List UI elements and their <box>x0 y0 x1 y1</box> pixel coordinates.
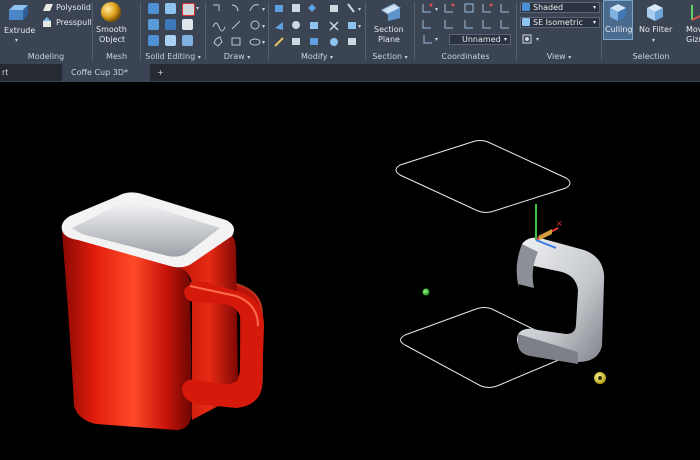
extrude-icon[interactable] <box>6 2 28 22</box>
culling-icon <box>610 4 626 21</box>
modify-title[interactable]: Modify ▾ <box>269 51 365 62</box>
union-icon[interactable] <box>148 3 159 14</box>
smooth-object-icon[interactable] <box>100 1 122 23</box>
ucs-icon[interactable] <box>423 34 433 44</box>
draw-panel: ▾ ▾ ▾ Draw ▾ <box>206 0 268 64</box>
interference-icon[interactable] <box>182 3 195 16</box>
section-title[interactable]: Section ▾ <box>366 51 414 62</box>
svg-text:▾: ▾ <box>358 6 361 13</box>
wireframe-top-profile[interactable] <box>395 140 571 213</box>
view-options-dropdown-icon[interactable]: ▾ <box>536 35 539 45</box>
fillet-edge-icon[interactable] <box>165 35 176 46</box>
modeling-panel: Extrude ▾ Polysolid Presspull Modeling <box>0 0 92 64</box>
view-direction-value: SE Isometric <box>533 18 583 27</box>
presspull-label[interactable]: Presspull <box>56 18 92 28</box>
no-filter-label[interactable]: No Filter <box>639 25 672 35</box>
draw-title-text: Draw <box>223 52 245 61</box>
section-panel: Section Plane Section ▾ <box>366 0 414 64</box>
section-plane-label-1[interactable]: Section <box>374 25 404 35</box>
view-direction-combo[interactable]: SE Isometric ▾ <box>520 17 600 28</box>
modify-panel: ▾ ▾ Modify ▾ <box>269 0 365 64</box>
light-bulb-icon[interactable] <box>522 34 534 45</box>
selection-panel: Culling No Filter ▾ Move Gizmo Selection <box>602 0 700 64</box>
visual-style-icon <box>522 3 530 11</box>
section-title-text: Section <box>372 52 403 61</box>
gray-handle-solid[interactable] <box>516 237 605 364</box>
solid-editing-title[interactable]: Solid Editing ▾ <box>141 51 205 62</box>
mesh-panel: Smooth Object Mesh <box>93 0 140 64</box>
green-grip-marker[interactable] <box>422 288 430 296</box>
ucs-tools-icons[interactable]: ▾ <box>421 2 515 32</box>
separate-icon[interactable] <box>182 35 193 46</box>
smooth-object-label-1[interactable]: Smooth <box>96 25 127 35</box>
visual-style-combo[interactable]: Shaded ▾ <box>520 2 600 13</box>
section-plane-label-2[interactable]: Plane <box>378 35 400 45</box>
polysolid-icon[interactable] <box>42 2 54 13</box>
svg-text:×: × <box>556 219 563 228</box>
thicken-icon[interactable] <box>182 19 193 30</box>
svg-text:▾: ▾ <box>262 6 265 13</box>
svg-text:▾: ▾ <box>262 23 265 30</box>
named-ucs-combo[interactable]: Unnamed ▾ <box>449 34 511 45</box>
named-ucs-value: Unnamed <box>462 35 501 44</box>
modify-tools-icons[interactable]: ▾▾ <box>274 2 362 48</box>
tab-coffe-cup-3d-label: Coffe Cup 3D* <box>71 68 128 77</box>
view-title[interactable]: View ▾ <box>517 51 601 62</box>
move-gizmo-label-2[interactable]: Gizmo <box>686 35 700 45</box>
coordinates-title[interactable]: Coordinates <box>415 51 516 62</box>
no-filter-icon[interactable] <box>645 2 665 22</box>
view-panel: Shaded ▾ SE Isometric ▾ ▾ View ▾ <box>517 0 601 64</box>
polysolid-label[interactable]: Polysolid <box>56 3 91 13</box>
intersect-icon[interactable] <box>148 19 159 30</box>
section-plane-icon[interactable] <box>380 2 402 22</box>
draw-title[interactable]: Draw ▾ <box>206 51 268 62</box>
extrude-dropdown-icon[interactable]: ▾ <box>15 36 18 46</box>
solid-editing-dropdown-icon[interactable]: ▾ <box>196 4 199 14</box>
new-tab-button[interactable]: + <box>157 64 164 81</box>
presspull-icon[interactable] <box>42 17 54 28</box>
no-filter-dropdown-icon[interactable]: ▾ <box>652 36 655 46</box>
svg-text:▾: ▾ <box>435 6 438 13</box>
ucs-dropdown-icon[interactable]: ▾ <box>435 35 438 45</box>
svg-text:▾: ▾ <box>262 39 265 46</box>
ribbon: Extrude ▾ Polysolid Presspull Modeling S… <box>0 0 700 64</box>
extrude-label[interactable]: Extrude <box>4 26 35 36</box>
smooth-object-label-2[interactable]: Object <box>99 35 125 45</box>
view-cube-icon <box>522 18 530 26</box>
tab-start[interactable]: rt <box>2 64 8 81</box>
draw-tools-icons[interactable]: ▾ ▾ ▾ <box>210 2 266 48</box>
file-tab-bar: rt Coffe Cup 3D* + <box>0 64 700 82</box>
culling-label: Culling <box>605 25 633 34</box>
extract-edges-icon[interactable] <box>148 35 159 46</box>
coordinates-panel: ▾ ▾ Unnamed ▾ Coordinates <box>415 0 516 64</box>
move-gizmo-icon[interactable] <box>686 2 700 22</box>
visual-style-value: Shaded <box>533 3 564 12</box>
selection-title[interactable]: Selection <box>602 51 700 62</box>
yellow-pan-cursor-icon[interactable] <box>594 372 606 384</box>
move-gizmo-label-1[interactable]: Move <box>686 25 700 35</box>
solid-editing-title-text: Solid Editing <box>145 52 196 61</box>
subtract-icon[interactable] <box>165 3 176 14</box>
svg-text:▾: ▾ <box>358 23 361 30</box>
red-coffee-cup[interactable] <box>61 192 264 430</box>
modeling-title[interactable]: Modeling <box>0 51 92 62</box>
solid-editing-panel: ▾ Solid Editing ▾ <box>141 0 205 64</box>
drawing-viewport[interactable]: × <box>0 82 700 460</box>
modify-title-text: Modify <box>300 52 328 61</box>
slice-icon[interactable] <box>165 19 176 30</box>
mesh-title[interactable]: Mesh <box>93 51 140 62</box>
view-title-text: View <box>546 52 566 61</box>
model-space-canvas[interactable]: × <box>0 82 700 460</box>
tab-coffe-cup-3d[interactable]: Coffe Cup 3D* <box>62 64 150 81</box>
